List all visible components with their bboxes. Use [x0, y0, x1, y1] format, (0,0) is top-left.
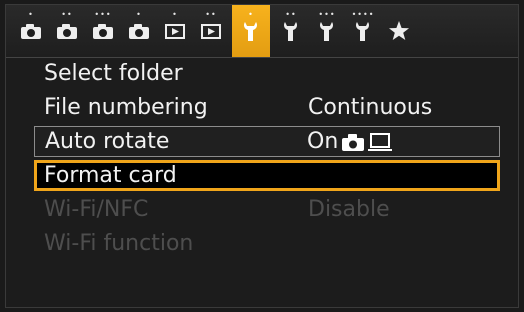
menu-item-label: Select folder — [44, 61, 183, 86]
menu-item-auto-rotate[interactable]: Auto rotate On — [34, 126, 500, 157]
wrench-icon — [320, 22, 333, 41]
camera-icon — [21, 24, 41, 39]
menu-tab-bar: • •• ••• • • •• • •• ••• •••• — [6, 5, 518, 58]
tab-shooting-1[interactable]: • — [14, 5, 48, 57]
menu-item-label: Format card — [44, 163, 177, 188]
wrench-icon — [284, 22, 297, 41]
tab-setup-1[interactable]: • — [232, 5, 270, 57]
wrench-icon — [244, 22, 257, 41]
auto-rotate-value-text: On — [307, 129, 339, 154]
menu-item-wifi-nfc: Wi-Fi/NFC Disable — [6, 194, 518, 225]
menu-item-wifi-function: Wi-Fi function — [6, 228, 518, 259]
menu-item-format-card[interactable]: Format card — [34, 160, 500, 191]
star-icon — [389, 21, 409, 40]
tab-playback-2[interactable]: •• — [194, 5, 228, 57]
menu-item-value: Continuous — [308, 95, 433, 120]
tab-shooting-2[interactable]: •• — [50, 5, 84, 57]
camera-menu-screen: • •• ••• • • •• • •• ••• •••• Select fol… — [5, 4, 519, 308]
tab-indicator: ••• — [94, 10, 112, 19]
menu-item-value: On — [307, 126, 393, 157]
playback-icon — [165, 24, 185, 39]
tab-indicator: • — [248, 10, 254, 19]
camera-icon — [342, 133, 365, 151]
playback-icon — [201, 24, 221, 39]
camera-icon — [129, 24, 149, 39]
menu-item-select-folder[interactable]: Select folder — [6, 58, 518, 89]
menu-item-label: File numbering — [44, 95, 208, 120]
tab-setup-4[interactable]: •••• — [346, 5, 380, 57]
tab-indicator: •• — [285, 10, 297, 19]
tab-indicator: •• — [205, 10, 217, 19]
settings-menu: Select folder File numbering Continuous … — [6, 58, 518, 262]
tab-shooting-3[interactable]: ••• — [86, 5, 120, 57]
tab-playback-1[interactable]: • — [158, 5, 192, 57]
tab-indicator: ••• — [318, 10, 336, 19]
menu-item-label: Auto rotate — [45, 129, 170, 154]
computer-icon — [368, 132, 393, 151]
tab-indicator: •••• — [351, 10, 375, 19]
tab-setup-3[interactable]: ••• — [310, 5, 344, 57]
menu-item-label: Wi-Fi/NFC — [44, 197, 149, 222]
tab-indicator: • — [28, 10, 34, 19]
tab-setup-2[interactable]: •• — [274, 5, 308, 57]
menu-item-value: Disable — [308, 197, 390, 222]
menu-item-label: Wi-Fi function — [44, 231, 194, 256]
wrench-icon — [356, 22, 369, 41]
tab-shooting-4[interactable]: • — [122, 5, 156, 57]
tab-indicator: •• — [61, 10, 73, 19]
camera-icon — [93, 24, 113, 39]
tab-indicator: • — [136, 10, 142, 19]
menu-item-file-numbering[interactable]: File numbering Continuous — [6, 92, 518, 123]
camera-icon — [57, 24, 77, 39]
tab-indicator: • — [172, 10, 178, 19]
tab-my-menu[interactable] — [382, 5, 416, 57]
